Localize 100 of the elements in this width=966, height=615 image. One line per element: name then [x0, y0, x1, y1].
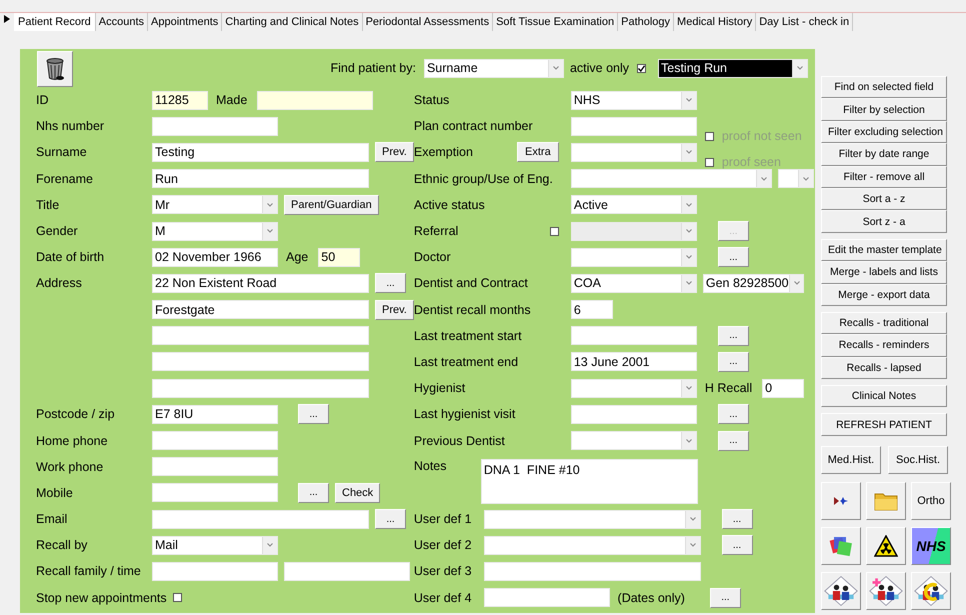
tile-button[interactable]: [866, 526, 906, 565]
side-button[interactable]: Med.Hist.: [821, 446, 881, 474]
tab[interactable]: Charting and Clinical Notes: [222, 13, 363, 31]
dropdown[interactable]: Surname: [424, 58, 564, 78]
dropdown[interactable]: Active: [570, 195, 697, 214]
side-button[interactable]: REFRESH PATIENT: [821, 413, 947, 436]
tab[interactable]: Accounts: [96, 13, 148, 31]
side-button[interactable]: Filter excluding selection: [821, 120, 947, 144]
dropdown[interactable]: Gen 82928500: [702, 274, 804, 293]
tile-button[interactable]: [821, 482, 861, 520]
ellipsis-button[interactable]: ...: [722, 535, 753, 556]
text-field[interactable]: 0: [762, 378, 804, 398]
form-button[interactable]: Prev.: [375, 300, 414, 320]
dropdown[interactable]: NHS: [570, 90, 697, 110]
notes-field[interactable]: DNA 1 FINE #10: [480, 458, 698, 504]
tab[interactable]: Patient Record: [14, 13, 96, 31]
form-button[interactable]: Check: [335, 482, 380, 503]
text-field[interactable]: 6: [570, 300, 613, 320]
dropdown[interactable]: [484, 536, 701, 555]
tile-button[interactable]: [866, 482, 906, 520]
text-field[interactable]: [152, 431, 278, 450]
dropdown[interactable]: M: [152, 222, 278, 241]
ellipsis-button[interactable]: ...: [718, 404, 749, 424]
tile-button[interactable]: [821, 526, 861, 565]
dropdown[interactable]: [570, 378, 697, 398]
ellipsis-button[interactable]: ...: [375, 509, 406, 530]
text-field[interactable]: [152, 352, 369, 372]
form-button[interactable]: Extra: [516, 142, 559, 162]
text-field[interactable]: [152, 116, 278, 136]
dropdown[interactable]: [570, 431, 697, 450]
dropdown[interactable]: COA: [570, 274, 697, 293]
ellipsis-button[interactable]: ...: [375, 273, 406, 294]
dropdown[interactable]: Testing Run: [658, 58, 808, 78]
form-button[interactable]: Prev.: [375, 142, 414, 162]
text-field[interactable]: [152, 378, 369, 398]
ellipsis-button[interactable]: ...: [718, 430, 749, 451]
tab[interactable]: Appointments: [148, 13, 222, 31]
side-button[interactable]: Recalls - traditional: [821, 312, 947, 334]
text-field[interactable]: 11285: [152, 90, 208, 110]
ellipsis-button[interactable]: ...: [718, 326, 749, 346]
ellipsis-button[interactable]: ...: [722, 509, 753, 530]
text-field[interactable]: [570, 326, 697, 346]
dropdown[interactable]: [778, 169, 814, 188]
text-field[interactable]: [152, 457, 278, 476]
text-field[interactable]: 50: [318, 248, 360, 267]
text-field[interactable]: [570, 404, 697, 424]
side-button[interactable]: Merge - export data: [821, 284, 947, 306]
tab[interactable]: Periodontal Assessments: [362, 13, 494, 31]
ellipsis-button[interactable]: ...: [718, 247, 749, 268]
text-field[interactable]: [152, 510, 369, 529]
delete-button[interactable]: [37, 51, 73, 87]
dropdown[interactable]: [484, 510, 701, 529]
text-field[interactable]: [570, 116, 697, 136]
text-field[interactable]: 13 June 2001: [570, 352, 697, 372]
tab[interactable]: Day List - check in: [756, 13, 854, 31]
side-button[interactable]: Sort a - z: [821, 188, 947, 210]
form-button[interactable]: Parent/Guardian: [284, 194, 379, 215]
side-button[interactable]: Recalls - lapsed: [821, 356, 947, 380]
text-field[interactable]: [284, 562, 410, 581]
ellipsis-button[interactable]: ...: [298, 404, 329, 424]
logo-button[interactable]: NHS: [911, 526, 951, 565]
text-field[interactable]: [484, 588, 610, 608]
side-button[interactable]: Sort z - a: [821, 210, 947, 233]
text-field[interactable]: [152, 483, 278, 502]
tab[interactable]: Medical History: [674, 13, 756, 31]
tab[interactable]: Pathology: [618, 13, 674, 31]
text-field[interactable]: 22 Non Existent Road: [152, 274, 369, 293]
text-field[interactable]: E7 8IU: [152, 404, 278, 424]
text-field[interactable]: [152, 326, 369, 346]
ellipsis-button[interactable]: ...: [298, 482, 329, 503]
checkbox[interactable]: [550, 226, 559, 236]
side-button[interactable]: Filter by selection: [821, 98, 947, 121]
ellipsis-button[interactable]: ...: [718, 352, 749, 372]
text-field[interactable]: [152, 562, 278, 581]
side-button[interactable]: Soc.Hist.: [888, 446, 948, 474]
dropdown[interactable]: Mail: [152, 536, 278, 555]
dropdown[interactable]: [570, 248, 697, 267]
text-field[interactable]: Testing: [152, 142, 369, 162]
side-button[interactable]: Clinical Notes: [821, 385, 947, 408]
checkbox[interactable]: [637, 64, 646, 72]
side-button[interactable]: Find on selected field: [821, 76, 947, 98]
text-field[interactable]: [257, 90, 374, 110]
tile-button[interactable]: [866, 572, 906, 610]
side-button[interactable]: Filter - remove all: [821, 166, 947, 188]
text-field[interactable]: Run: [152, 169, 369, 188]
text-field[interactable]: 02 November 1966: [152, 248, 278, 267]
dropdown[interactable]: Mr: [152, 195, 278, 214]
side-button[interactable]: Recalls - reminders: [821, 334, 947, 357]
side-button[interactable]: Merge - labels and lists: [821, 261, 947, 284]
tile-button[interactable]: [821, 572, 861, 610]
ellipsis-button[interactable]: ...: [710, 588, 741, 608]
side-button[interactable]: Edit the master template: [821, 238, 947, 262]
side-button[interactable]: Filter by date range: [821, 143, 947, 166]
text-field[interactable]: Forestgate: [152, 300, 369, 320]
text-field[interactable]: [484, 562, 701, 581]
dropdown[interactable]: [570, 142, 697, 162]
tile-button[interactable]: [911, 572, 951, 610]
tab[interactable]: Soft Tissue Examination: [493, 13, 618, 31]
ortho-button[interactable]: Ortho: [911, 482, 951, 520]
checkbox[interactable]: [172, 593, 182, 602]
